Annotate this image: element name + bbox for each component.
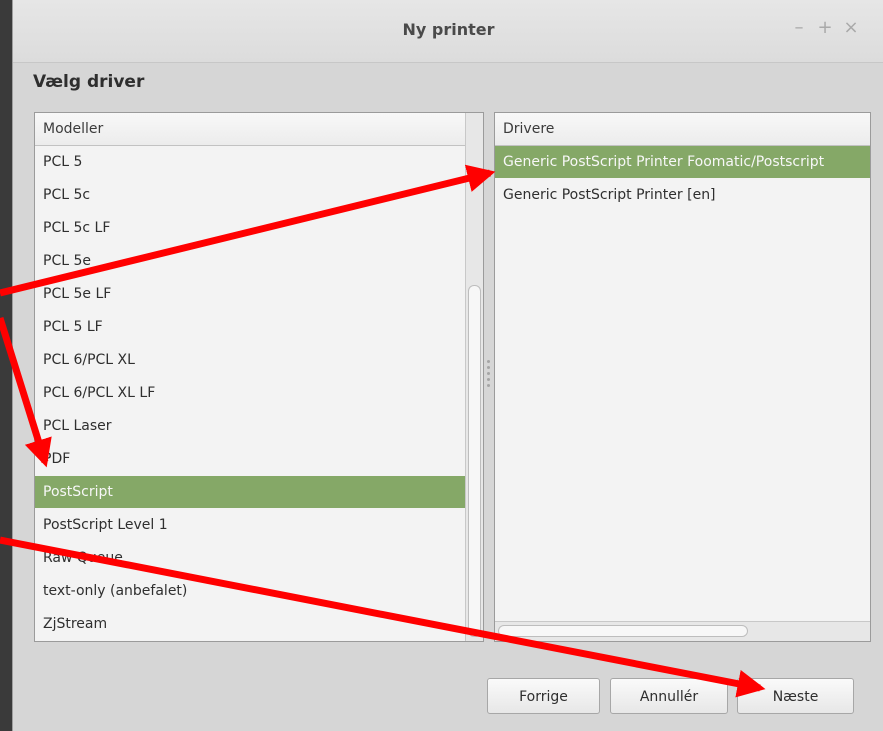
list-item-selected[interactable]: Generic PostScript Printer Foomatic/Post… (495, 146, 870, 178)
list-item[interactable]: PostScript Level 1 (35, 509, 465, 541)
list-item[interactable]: PCL 5 (35, 146, 465, 178)
pane-splitter[interactable] (483, 112, 493, 640)
models-scrollbar[interactable] (465, 113, 483, 641)
splitter-grip-dot (487, 378, 490, 381)
models-list: Modeller PCL 5 PCL 5c PCL 5c LF PCL 5e P… (34, 112, 484, 642)
drivers-column-header[interactable]: Drivere (495, 113, 870, 146)
list-item[interactable]: PCL 6/PCL XL LF (35, 377, 465, 409)
back-button[interactable]: Forrige (487, 678, 600, 714)
list-item[interactable]: PCL 5e (35, 245, 465, 277)
list-item[interactable]: Generic PostScript Printer [en] (495, 179, 870, 211)
list-item[interactable]: Raw Queue (35, 542, 465, 574)
maximize-icon[interactable]: + (815, 17, 835, 38)
list-item[interactable]: PCL 5e LF (35, 278, 465, 310)
list-item[interactable]: text-only (anbefalet) (35, 575, 465, 607)
splitter-grip-dot (487, 372, 490, 375)
list-item[interactable]: PCL Laser (35, 410, 465, 442)
drivers-horizontal-scrollbar[interactable] (495, 621, 870, 641)
drivers-list: Drivere Generic PostScript Printer Fooma… (494, 112, 871, 642)
list-item-selected[interactable]: PostScript (35, 476, 465, 508)
models-scrollbar-thumb[interactable] (468, 285, 481, 637)
title-bar[interactable]: Ny printer – + × (13, 0, 883, 63)
splitter-grip-dot (487, 384, 490, 387)
list-item[interactable]: PDF (35, 443, 465, 475)
close-icon[interactable]: × (841, 17, 861, 38)
cancel-button[interactable]: Annullér (610, 678, 728, 714)
models-column-header[interactable]: Modeller (35, 113, 465, 146)
page-heading: Vælg driver (33, 72, 145, 92)
list-item[interactable]: PCL 6/PCL XL (35, 344, 465, 376)
drivers-scrollbar-thumb[interactable] (498, 625, 748, 637)
window-title: Ny printer (402, 20, 495, 39)
list-item[interactable]: ZjStream (35, 608, 465, 640)
next-button[interactable]: Næste (737, 678, 854, 714)
minimize-icon[interactable]: – (789, 17, 809, 38)
list-item[interactable]: PCL 5c (35, 179, 465, 211)
splitter-grip-dot (487, 360, 490, 363)
new-printer-dialog: Ny printer – + × Vælg driver Modeller PC… (12, 0, 883, 731)
splitter-grip-dot (487, 366, 490, 369)
list-item[interactable]: PCL 5c LF (35, 212, 465, 244)
list-item[interactable]: PCL 5 LF (35, 311, 465, 343)
